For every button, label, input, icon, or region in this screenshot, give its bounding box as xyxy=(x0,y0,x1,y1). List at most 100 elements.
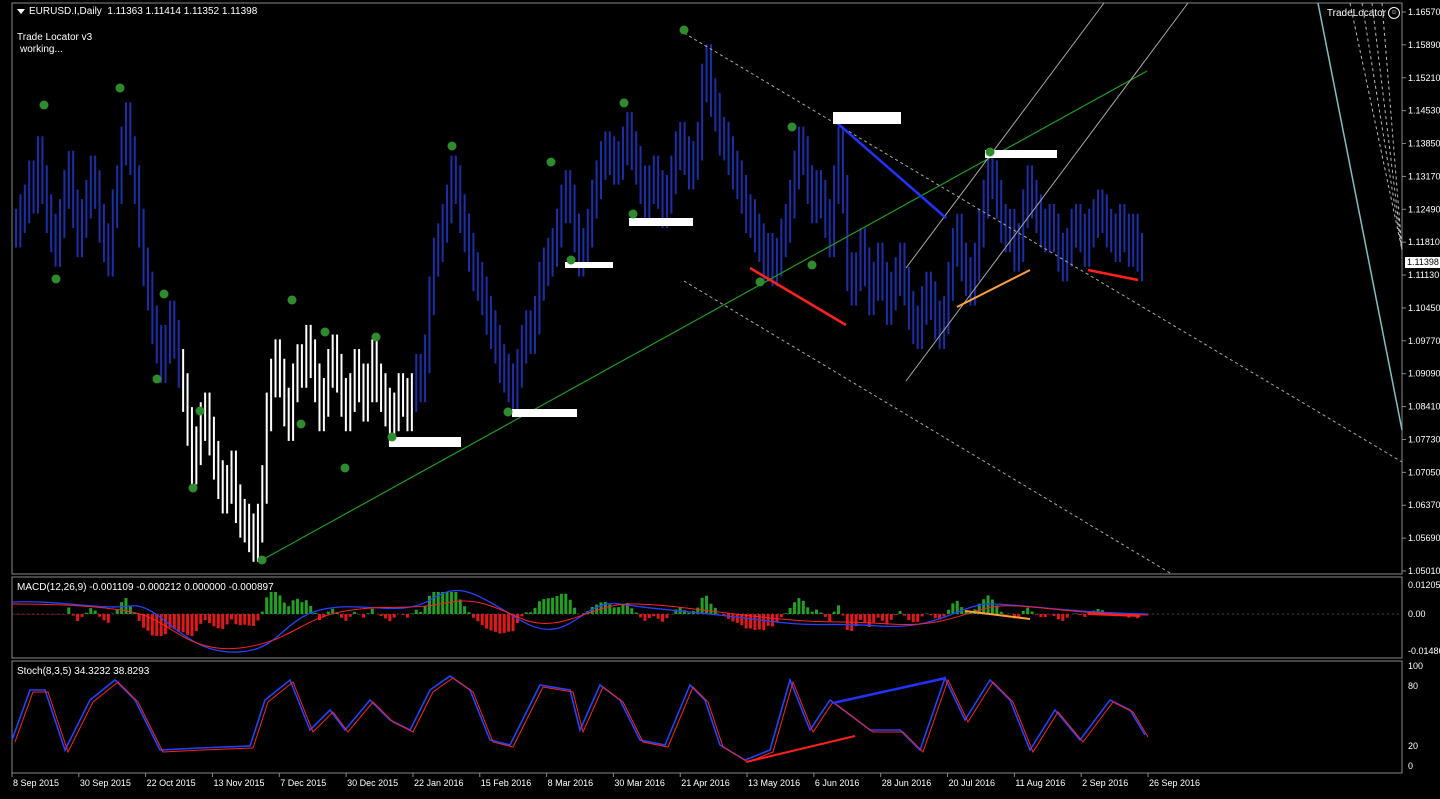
macd-hist-bar xyxy=(705,596,708,614)
chart-canvas[interactable]: 1.165701.158901.152101.145301.138501.131… xyxy=(0,0,1440,794)
macd-hist-bar xyxy=(771,614,774,626)
stoch-main-line xyxy=(12,676,1145,760)
swing-point-dot xyxy=(297,420,306,429)
swing-point-dot xyxy=(986,148,995,157)
macd-hist-bar xyxy=(384,614,387,618)
macd-hist-bar xyxy=(780,614,783,617)
macd-hist-bar xyxy=(643,614,646,621)
price-label: 1.11810 xyxy=(1408,237,1440,247)
macd-hist-bar xyxy=(358,614,361,615)
macd-hist-bar xyxy=(199,614,202,624)
macd-hist-bar xyxy=(19,614,22,615)
macd-hist-bar xyxy=(212,614,215,626)
macd-hist-bar xyxy=(239,614,242,625)
price-label: 1.05690 xyxy=(1408,533,1440,543)
macd-hist-bar xyxy=(542,599,545,614)
time-label: 22 Oct 2015 xyxy=(147,778,196,788)
time-label: 28 Jun 2016 xyxy=(882,778,932,788)
swing-point-dot xyxy=(448,142,457,151)
macd-hist-bar xyxy=(657,614,660,619)
macd-hist-bar xyxy=(1075,613,1078,614)
tradelocator-label: TradeLocator xyxy=(1327,8,1386,19)
time-label: 2 Sep 2016 xyxy=(1082,778,1128,788)
macd-hist-bar xyxy=(36,614,39,615)
macd-hist-bar xyxy=(806,607,809,614)
price-label: 1.15890 xyxy=(1408,40,1440,50)
symbol-header[interactable]: EURUSD.I,Daily 1.11363 1.11414 1.11352 1… xyxy=(17,6,257,17)
macd-hist-bar xyxy=(54,614,57,615)
macd-hist-bar xyxy=(151,614,154,636)
macd-hist-bar xyxy=(784,613,787,614)
macd-hist-bar xyxy=(815,610,818,614)
macd-hist-bar xyxy=(138,614,141,621)
macd-hist-bar xyxy=(278,595,281,614)
macd-hist-bar xyxy=(635,613,638,614)
macd-hist-bar xyxy=(283,603,286,614)
macd-hist-bar xyxy=(454,592,457,614)
macd-hist-bar xyxy=(929,614,932,615)
macd-hist-bar xyxy=(1061,614,1064,621)
macd-histogram xyxy=(15,592,1144,636)
ohlc-bars xyxy=(16,44,1142,561)
macd-hist-bar xyxy=(419,612,422,614)
macd-hist-bar xyxy=(142,614,145,628)
swing-point-dot xyxy=(341,464,350,473)
swing-point-dot xyxy=(40,101,49,110)
swing-point-dot xyxy=(321,328,330,337)
macd-hist-bar xyxy=(15,614,18,615)
macd-hist-bar xyxy=(164,614,167,634)
macd-hist-bar xyxy=(182,614,185,632)
stoch-axis-label: 0 xyxy=(1408,761,1413,771)
price-label: 1.11130 xyxy=(1408,270,1439,280)
macd-hist-bar xyxy=(912,614,915,622)
time-label: 30 Mar 2016 xyxy=(614,778,665,788)
price-label: 1.09770 xyxy=(1408,336,1440,346)
macd-hist-bar xyxy=(472,614,475,618)
smiley-icon: ☺ xyxy=(1388,7,1400,19)
macd-hist-bar xyxy=(349,614,352,617)
swing-point-dot xyxy=(504,408,513,417)
macd-hist-bar xyxy=(296,599,299,614)
macd-hist-bar xyxy=(498,614,501,634)
macd-hist-bar xyxy=(890,614,893,620)
macd-hist-bar xyxy=(736,614,739,623)
macd-hist-bar xyxy=(709,604,712,614)
macd-hist-bar xyxy=(494,614,497,632)
macd-hist-bar xyxy=(859,614,862,620)
time-label: 26 Sep 2016 xyxy=(1149,778,1200,788)
macd-hist-bar xyxy=(50,614,53,615)
macd-hist-bar xyxy=(1022,611,1025,614)
channel-upper-line xyxy=(684,33,1402,462)
macd-hist-bar xyxy=(305,600,308,614)
macd-hist-bar xyxy=(58,614,61,615)
zone-marker xyxy=(629,218,693,226)
macd-hist-bar xyxy=(353,612,356,614)
swing-point-dot xyxy=(788,123,797,132)
macd-hist-bar xyxy=(274,592,277,614)
macd-hist-bar xyxy=(520,614,523,616)
macd-hist-bar xyxy=(76,614,79,621)
time-label: 8 Mar 2016 xyxy=(548,778,594,788)
dropdown-triangle-icon[interactable] xyxy=(17,9,25,14)
macd-hist-bar xyxy=(661,614,664,622)
macd-title: MACD(12,26,9) -0.001109 -0.000212 0.0000… xyxy=(17,582,274,593)
macd-hist-bar xyxy=(256,614,259,621)
time-label: 13 Nov 2015 xyxy=(213,778,264,788)
macd-hist-bar xyxy=(270,592,273,614)
stoch-divergence-red xyxy=(746,736,855,762)
macd-hist-bar xyxy=(234,614,237,624)
indicator-name: Trade Locator v3 xyxy=(17,32,92,44)
macd-hist-bar xyxy=(490,614,493,631)
macd-hist-bar xyxy=(468,612,471,614)
macd-hist-bar xyxy=(476,614,479,621)
swing-point-dot xyxy=(620,99,629,108)
macd-hist-bar xyxy=(863,614,866,623)
chart-window[interactable]: 1.165701.158901.152101.145301.138501.131… xyxy=(0,0,1440,794)
swing-point-dot xyxy=(629,210,638,219)
macd-axis-label: 0.01205 xyxy=(1408,580,1440,590)
macd-hist-bar xyxy=(226,614,229,624)
divergence-line-orange xyxy=(957,270,1030,307)
macd-hist-bar xyxy=(402,614,405,615)
macd-axis-label: 0.00 xyxy=(1408,609,1426,619)
macd-hist-bar xyxy=(327,612,330,614)
